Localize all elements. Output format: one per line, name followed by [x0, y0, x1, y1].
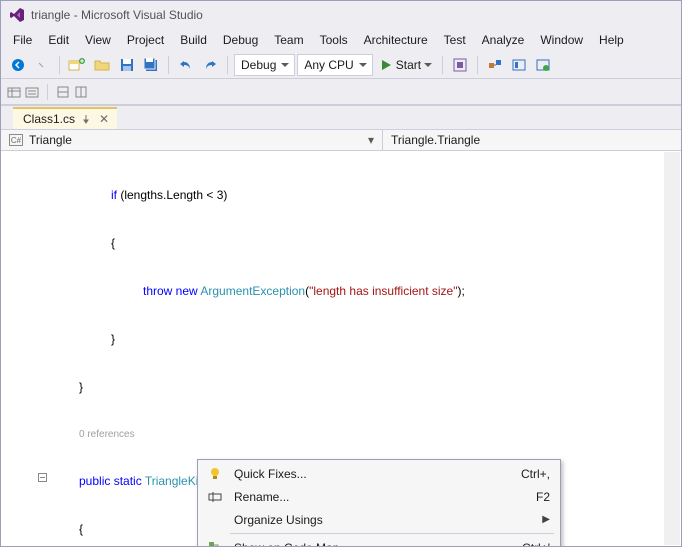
chevron-down-icon: ▾ [368, 133, 374, 147]
window-title: triangle - Microsoft Visual Studio [31, 8, 203, 22]
code-editor[interactable]: if (lengths.Length < 3) { throw new Argu… [1, 151, 681, 546]
menu-debug[interactable]: Debug [215, 31, 266, 49]
nav-scope-dropdown[interactable]: C# Triangle ▾ [1, 130, 383, 150]
ctx-shortcut: Ctrl+, [521, 467, 550, 481]
code-text: ); [458, 284, 465, 298]
separator [227, 56, 228, 74]
ctx-shortcut: F2 [536, 490, 550, 504]
bulb-icon [204, 465, 226, 483]
tb2-btn-2[interactable] [25, 85, 39, 99]
redo-button[interactable] [199, 54, 221, 76]
open-file-button[interactable] [92, 54, 114, 76]
menu-analyze[interactable]: Analyze [474, 31, 533, 49]
play-icon [380, 59, 392, 71]
menu-view[interactable]: View [77, 31, 119, 49]
chevron-right-icon: ▶ [542, 514, 550, 525]
vertical-scrollbar[interactable] [664, 152, 680, 545]
menu-build[interactable]: Build [172, 31, 215, 49]
ctx-show-code-map[interactable]: Show on Code Map Ctrl+' [200, 536, 558, 546]
menu-tools[interactable]: Tools [312, 31, 356, 49]
code-text: new [172, 284, 197, 298]
config-dropdown[interactable]: Debug [234, 54, 295, 76]
tool-btn-1[interactable] [449, 54, 471, 76]
save-all-button[interactable] [140, 54, 162, 76]
nav-fwd-button[interactable] [31, 54, 53, 76]
code-text: (lengths.Length < 3) [117, 188, 227, 202]
codelens[interactable]: 0 references [1, 427, 681, 441]
tool-btn-4[interactable] [532, 54, 554, 76]
save-button[interactable] [116, 54, 138, 76]
nav-member-dropdown[interactable]: Triangle.Triangle [383, 130, 681, 150]
tab-label: Class1.cs [23, 112, 75, 126]
code-text: throw [143, 284, 172, 298]
vs-logo-icon [9, 7, 25, 23]
ctx-label: Show on Code Map [234, 541, 514, 547]
csharp-icon: C# [9, 134, 23, 146]
rename-icon [204, 488, 226, 506]
tab-strip: Class1.cs ✕ [1, 105, 681, 129]
platform-dropdown[interactable]: Any CPU [297, 54, 372, 76]
ctx-shortcut: Ctrl+' [522, 541, 550, 547]
main-toolbar: Debug Any CPU Start [1, 51, 681, 79]
tool-btn-2[interactable] [484, 54, 506, 76]
outline-toggle-icon[interactable] [38, 473, 47, 482]
tb2-btn-3[interactable] [56, 85, 70, 99]
start-button[interactable]: Start [375, 54, 436, 76]
code-text: } [79, 380, 83, 394]
start-label: Start [396, 58, 421, 72]
nav-member-label: Triangle.Triangle [391, 133, 480, 147]
secondary-toolbar [1, 79, 681, 105]
title-bar: triangle - Microsoft Visual Studio [1, 1, 681, 29]
code-text: } [111, 332, 115, 346]
separator [230, 533, 554, 534]
separator [442, 56, 443, 74]
menu-test[interactable]: Test [436, 31, 474, 49]
context-menu: Quick Fixes... Ctrl+, Rename... F2 Organ… [197, 459, 561, 546]
ctx-quick-fixes[interactable]: Quick Fixes... Ctrl+, [200, 462, 558, 485]
undo-button[interactable] [175, 54, 197, 76]
separator [477, 56, 478, 74]
ctx-organize-usings[interactable]: Organize Usings ▶ [200, 508, 558, 531]
platform-value: Any CPU [304, 58, 353, 72]
menu-help[interactable]: Help [591, 31, 632, 49]
new-project-button[interactable] [66, 54, 90, 76]
navigation-bar: C# Triangle ▾ Triangle.Triangle [1, 129, 681, 151]
tab-class1[interactable]: Class1.cs ✕ [13, 107, 117, 129]
menu-window[interactable]: Window [532, 31, 591, 49]
menu-bar: File Edit View Project Build Debug Team … [1, 29, 681, 51]
tool-btn-3[interactable] [508, 54, 530, 76]
menu-team[interactable]: Team [266, 31, 311, 49]
nav-scope-label: Triangle [29, 133, 72, 147]
separator [59, 56, 60, 74]
code-text: { [79, 522, 83, 536]
codemap-icon [204, 539, 226, 547]
close-icon[interactable]: ✕ [97, 112, 111, 126]
code-text: ArgumentException [198, 284, 305, 298]
config-value: Debug [241, 58, 276, 72]
code-text: { [111, 236, 115, 250]
nav-back-button[interactable] [7, 54, 29, 76]
menu-architecture[interactable]: Architecture [356, 31, 436, 49]
ctx-rename[interactable]: Rename... F2 [200, 485, 558, 508]
code-text: "length has insufficient size" [309, 284, 457, 298]
pin-icon[interactable] [81, 114, 91, 124]
menu-project[interactable]: Project [119, 31, 172, 49]
ctx-label: Quick Fixes... [234, 467, 513, 481]
menu-edit[interactable]: Edit [40, 31, 77, 49]
separator [47, 84, 48, 100]
menu-file[interactable]: File [5, 31, 40, 49]
separator [168, 56, 169, 74]
ctx-label: Rename... [234, 490, 528, 504]
code-text: public [79, 474, 110, 488]
tb2-btn-1[interactable] [7, 85, 21, 99]
tb2-btn-4[interactable] [74, 85, 88, 99]
ctx-label: Organize Usings [234, 513, 534, 527]
code-text: static [110, 474, 141, 488]
